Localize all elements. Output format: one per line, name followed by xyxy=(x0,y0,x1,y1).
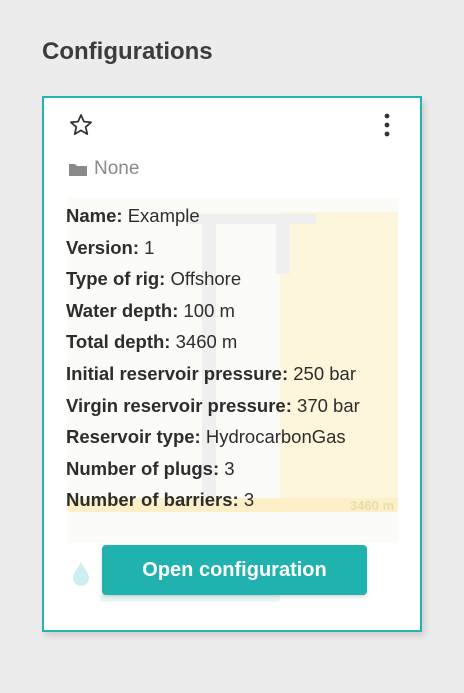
more-vertical-icon[interactable] xyxy=(382,112,392,138)
star-icon[interactable] xyxy=(68,112,94,138)
folder-name: None xyxy=(94,158,140,179)
detail-type-of-rig: Type of rig: Offshore xyxy=(66,268,242,290)
page-title: Configurations xyxy=(42,38,213,65)
water-drop-icon xyxy=(73,562,89,586)
detail-version: Version: 1 xyxy=(66,236,155,258)
faded-caption xyxy=(100,594,280,602)
detail-total-depth: Total depth: 3460 m xyxy=(66,331,238,353)
detail-reservoir-type: Reservoir type: HydrocarbonGas xyxy=(66,426,346,448)
detail-number-of-barriers: Number of barriers: 3 xyxy=(66,489,255,511)
detail-virgin-reservoir-pressure: Virgin reservoir pressure: 370 bar xyxy=(66,394,360,416)
detail-initial-reservoir-pressure: Initial reservoir pressure: 250 bar xyxy=(66,362,356,384)
detail-water-depth: Water depth: 100 m xyxy=(66,299,235,321)
configuration-details: Name: Example Version: 1 Type of rig: Of… xyxy=(66,200,360,516)
open-configuration-button[interactable]: Open configuration xyxy=(102,545,367,595)
folder-icon xyxy=(69,164,87,176)
folder-label: None xyxy=(68,158,139,180)
configuration-card: None 3460 m Name: Example Version: 1 Typ… xyxy=(42,96,422,632)
detail-number-of-plugs: Number of plugs: 3 xyxy=(66,457,235,479)
detail-name: Name: Example xyxy=(66,205,200,226)
